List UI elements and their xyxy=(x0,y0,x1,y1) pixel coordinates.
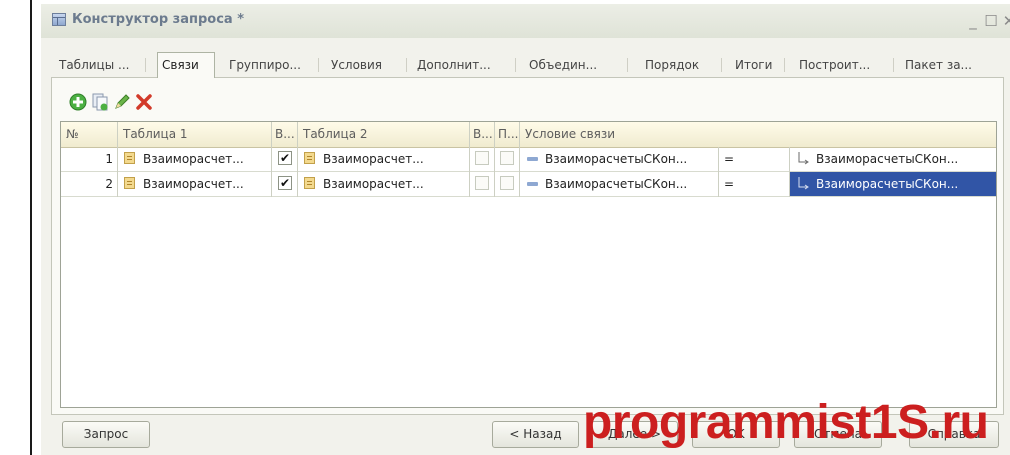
close-icon[interactable]: ✕ xyxy=(1001,13,1010,29)
table1-cell[interactable]: Взаиморасчет... xyxy=(143,172,271,196)
condition-operator[interactable]: = xyxy=(724,172,764,196)
query-button[interactable]: Запрос xyxy=(62,421,150,448)
field-link-icon xyxy=(798,152,809,165)
tab-separator xyxy=(318,58,319,72)
add-icon[interactable] xyxy=(69,93,87,111)
table1-cell[interactable]: Взаиморасчет... xyxy=(143,147,271,171)
column-divider xyxy=(297,122,298,197)
row-number: 1 xyxy=(105,152,113,166)
table-icon xyxy=(52,13,66,26)
all2-checkbox[interactable] xyxy=(475,176,489,190)
header-number[interactable]: № xyxy=(61,122,117,147)
table-icon xyxy=(304,152,315,164)
tab-query-batch[interactable]: Пакет за... xyxy=(901,54,976,76)
field-icon xyxy=(527,182,538,186)
header-all1[interactable]: В... xyxy=(272,122,297,147)
row-number: 2 xyxy=(105,177,113,191)
query-builder-window: Конструктор запроса * _ ☐ ✕ Таблицы ... … xyxy=(41,4,1010,455)
minimize-icon[interactable]: _ xyxy=(965,13,981,29)
custom-checkbox[interactable] xyxy=(500,151,514,165)
tab-conditions[interactable]: Условия xyxy=(327,54,386,76)
table2-cell[interactable]: Взаиморасчет... xyxy=(323,147,469,171)
column-divider xyxy=(789,147,790,197)
condition-operator[interactable]: = xyxy=(724,147,764,171)
delete-icon[interactable] xyxy=(135,93,153,111)
tab-advanced[interactable]: Дополнит... xyxy=(413,54,495,76)
condition-left-field[interactable]: ВзаиморасчетыСКон... xyxy=(545,172,717,196)
tab-separator xyxy=(893,58,894,72)
tab-builder[interactable]: Построит... xyxy=(795,54,874,76)
window-frame-edge xyxy=(30,0,32,455)
column-divider xyxy=(117,122,118,197)
title-bar[interactable]: Конструктор запроса * _ ☐ ✕ xyxy=(41,4,1010,38)
tab-totals[interactable]: Итоги xyxy=(731,54,776,76)
header-table2[interactable]: Таблица 2 xyxy=(298,122,469,147)
tab-separator xyxy=(784,58,785,72)
column-divider xyxy=(718,147,719,197)
all1-checkbox[interactable]: ✔ xyxy=(278,176,292,190)
tab-links[interactable]: Связи xyxy=(157,52,215,78)
table-icon xyxy=(124,177,135,189)
field-link-icon xyxy=(798,177,809,190)
back-button[interactable]: < Назад xyxy=(492,421,579,448)
table-header: № Таблица 1 В... Таблица 2 В... П... Усл… xyxy=(61,122,996,148)
tab-separator xyxy=(515,58,516,72)
header-table1[interactable]: Таблица 1 xyxy=(118,122,271,147)
tab-separator xyxy=(406,58,407,72)
maximize-icon[interactable]: ☐ xyxy=(983,13,999,29)
selected-cell[interactable]: ВзаиморасчетыСКон... xyxy=(790,172,996,196)
watermark-text: programmist1S.ru xyxy=(583,396,989,449)
copy-icon[interactable] xyxy=(91,93,109,111)
tab-tables[interactable]: Таблицы ... xyxy=(55,54,133,76)
all1-checkbox[interactable]: ✔ xyxy=(278,151,292,165)
tab-strip: Таблицы ... Связи Группиро... Условия До… xyxy=(55,52,1004,78)
tab-unions[interactable]: Объедин... xyxy=(525,54,601,76)
edit-icon[interactable] xyxy=(113,93,131,111)
tab-separator xyxy=(627,58,628,72)
window-title: Конструктор запроса * xyxy=(72,12,245,27)
tab-separator xyxy=(145,58,146,72)
condition-left-field[interactable]: ВзаиморасчетыСКон... xyxy=(545,147,717,171)
condition-right-field[interactable]: ВзаиморасчетыСКон... xyxy=(816,147,994,171)
all2-checkbox[interactable] xyxy=(475,151,489,165)
column-divider xyxy=(494,122,495,197)
tab-separator xyxy=(721,58,722,72)
custom-checkbox[interactable] xyxy=(500,176,514,190)
field-icon xyxy=(527,157,538,161)
header-custom[interactable]: П... xyxy=(495,122,519,147)
column-divider xyxy=(271,122,272,197)
tab-order[interactable]: Порядок xyxy=(641,54,703,76)
table-icon xyxy=(124,152,135,164)
links-table: № Таблица 1 В... Таблица 2 В... П... Усл… xyxy=(60,121,997,408)
tab-grouping[interactable]: Группиро... xyxy=(225,54,305,76)
column-divider xyxy=(469,122,470,197)
table-icon xyxy=(304,177,315,189)
header-all2[interactable]: В... xyxy=(470,122,494,147)
column-divider xyxy=(519,122,520,197)
condition-right-field[interactable]: ВзаиморасчетыСКон... xyxy=(816,172,994,196)
table2-cell[interactable]: Взаиморасчет... xyxy=(323,172,469,196)
table-row[interactable]: 2 Взаиморасчет... ✔ Взаиморасчет... Взаи… xyxy=(61,172,996,197)
table-row[interactable]: 1 Взаиморасчет... ✔ Взаиморасчет... Взаи… xyxy=(61,147,996,172)
header-condition[interactable]: Условие связи xyxy=(520,122,990,147)
